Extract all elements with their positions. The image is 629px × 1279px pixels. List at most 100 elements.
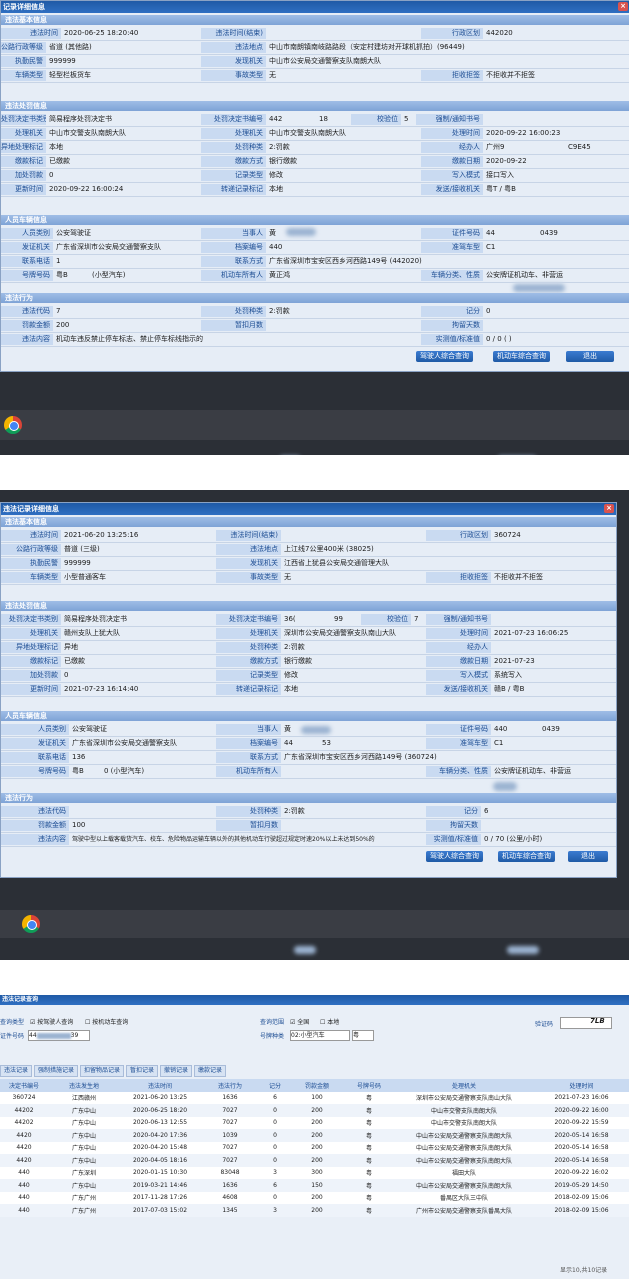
- tab-3[interactable]: 暂扣记录: [126, 1065, 159, 1077]
- redaction: [507, 946, 539, 954]
- label: 联系方式: [216, 752, 281, 763]
- driver-query-option[interactable]: ☑ 按驾驶人查询: [30, 1017, 73, 1026]
- table-cell: 7027: [200, 1154, 260, 1167]
- tab-4[interactable]: 撤销记录: [160, 1065, 193, 1077]
- value: 公安牌证机动车、非营运: [494, 767, 571, 775]
- label: 处罚决定书类别: [1, 614, 61, 625]
- column-header[interactable]: 记分: [260, 1079, 290, 1092]
- table-row[interactable]: 440 广东广州 2017-07-03 15:02 1345 3 200 粤广州市公安局交通…: [0, 1204, 629, 1217]
- table-cell: 1636: [200, 1091, 260, 1104]
- table-row[interactable]: 44202 广东中山 2020-06-13 12:55 7027 0 200 粤中山市交警支…: [0, 1116, 629, 1129]
- tab-5[interactable]: 缴款记录: [194, 1065, 227, 1077]
- table-cell: 6: [260, 1179, 290, 1192]
- value: 黄: [269, 229, 276, 237]
- table-cell: 4420: [0, 1154, 48, 1167]
- license-input[interactable]: 44 39: [28, 1030, 90, 1041]
- table-cell: 2018-02-09 15:06: [534, 1204, 629, 1217]
- row: 发证机关 广东省深圳市公安局交通警察支队 档案编号 44 53 准驾车型 C1: [1, 737, 616, 751]
- plate-type-select[interactable]: 02:小型汽车: [290, 1030, 350, 1041]
- value: 系统写入: [494, 671, 522, 679]
- row: 异地处理标记 本地 处罚种类 2:罚款 经办人 广州9 C9E45: [1, 141, 629, 292]
- label: 发送/接收机关: [421, 184, 483, 195]
- vehicle-query-button[interactable]: 机动车综合查询: [498, 851, 555, 862]
- label: 发证机关: [1, 738, 69, 749]
- value: 广东省深圳市公安局交通警察支队: [56, 243, 161, 251]
- table-cell: 2021-06-20 13:25: [120, 1091, 200, 1104]
- window-title: 记录详细信息 ×: [1, 1, 629, 13]
- table-cell: 2020-05-14 16:58: [534, 1154, 629, 1167]
- label: 加处罚款: [1, 670, 61, 681]
- tab-1[interactable]: 强制措施记录: [34, 1065, 79, 1077]
- table-cell: 0: [260, 1191, 290, 1204]
- table-row[interactable]: 44202 广东中山 2020-06-25 18:20 7027 0 200 粤中山市交警支…: [0, 1104, 629, 1117]
- label: 公路行政等级: [1, 42, 46, 53]
- table-cell: 2019-03-21 14:46: [120, 1179, 200, 1192]
- value: 360724: [494, 531, 521, 539]
- value: 2021-06-20 13:25:16: [64, 531, 139, 539]
- table-row[interactable]: 360724 江西赣州 2021-06-20 13:25 1636 6 100 粤深圳市公安…: [0, 1091, 629, 1104]
- scope-local-option[interactable]: ☐ 本地: [320, 1017, 339, 1026]
- chrome-icon[interactable]: [4, 416, 22, 434]
- value: 粤T / 粤B: [486, 185, 516, 193]
- table-cell: 2017-07-03 15:02: [120, 1204, 200, 1217]
- value: 接口写入: [486, 171, 514, 179]
- detail-window-2: 违法记录详细信息 × 违法基本信息 违法时间 2021-06-20 13:25:…: [0, 502, 617, 954]
- vehicle-query-button[interactable]: 机动车综合查询: [493, 351, 550, 362]
- column-header[interactable]: 号牌号码: [344, 1079, 394, 1092]
- value: 深圳市公安局交通警察支队南山大队: [284, 629, 396, 637]
- label: 处理机关: [1, 628, 61, 639]
- value: 999999: [64, 559, 91, 567]
- table-row[interactable]: 440 广东广州 2017-11-28 17:26 4608 0 200 粤番禺区大队三中队…: [0, 1191, 629, 1204]
- chrome-icon[interactable]: [22, 915, 40, 933]
- column-header[interactable]: 罚款金额: [290, 1079, 344, 1092]
- column-header[interactable]: 违法行为: [200, 1079, 260, 1092]
- table-row[interactable]: 4420 广东中山 2020-04-20 17:36 1039 0 200 粤中山市公安局交…: [0, 1129, 629, 1142]
- tab-2[interactable]: 扣留物品记录: [80, 1065, 125, 1077]
- table-row[interactable]: 440 广东深圳 2020-01-15 10:30 83048 3 300 粤福田大队 202…: [0, 1166, 629, 1179]
- table-cell: 广东中山: [48, 1154, 120, 1167]
- label: 罚款金额: [1, 320, 53, 331]
- label: 准驾车型: [426, 738, 491, 749]
- label: 联系方式: [201, 256, 266, 267]
- photo-2: 违法记录详细信息 × 违法基本信息 违法时间 2021-06-20 13:25:…: [0, 490, 629, 960]
- section-basic: 违法基本信息: [1, 517, 616, 527]
- column-header[interactable]: 处理机关: [394, 1079, 534, 1092]
- close-icon[interactable]: ×: [618, 2, 628, 11]
- driver-query-button[interactable]: 驾驶人综合查询: [426, 851, 483, 862]
- close-icon[interactable]: ×: [604, 504, 614, 513]
- table-cell: 200: [290, 1154, 344, 1167]
- column-header[interactable]: 处理时间: [534, 1079, 629, 1092]
- label: 执勤民警: [1, 56, 46, 67]
- label: 违法内容: [1, 834, 69, 845]
- exit-button[interactable]: 退出: [568, 851, 608, 862]
- value: 1: [56, 257, 61, 265]
- plate-prefix-select[interactable]: 粤: [352, 1030, 374, 1041]
- column-header[interactable]: 决定书编号: [0, 1079, 48, 1092]
- row: 处罚决定书类别 简易程序处罚决定书 处罚决定书编号 442 18 校验位 5 强…: [1, 113, 629, 236]
- driver-query-button[interactable]: 驾驶人综合查询: [416, 351, 473, 362]
- value: 不拒收并不拒签: [486, 71, 535, 79]
- value: 53: [322, 739, 331, 747]
- label: 机动车所有人: [216, 766, 281, 777]
- table-cell: 粤: [344, 1154, 394, 1167]
- value: 广州9: [486, 143, 505, 151]
- scope-all-option[interactable]: ☑ 全国: [290, 1017, 309, 1026]
- table-cell: 200: [290, 1204, 344, 1217]
- tab-0[interactable]: 违法记录: [0, 1065, 33, 1077]
- vehicle-query-option[interactable]: ☐ 按机动车查询: [85, 1017, 128, 1026]
- value: 中山市南朗镇南岐路路段（安定村建坊对开球机抓拍）(96449): [269, 43, 465, 51]
- table-row[interactable]: 440 广东中山 2019-03-21 14:46 1636 6 150 粤中山市公安局交通…: [0, 1179, 629, 1192]
- table-cell: 440: [0, 1166, 48, 1179]
- exit-button[interactable]: 退出: [566, 351, 614, 362]
- label: 缴款方式: [201, 156, 266, 167]
- table-row[interactable]: 4420 广东中山 2020-04-05 18:16 7027 0 200 粤中山市公安局交…: [0, 1154, 629, 1167]
- table-row[interactable]: 4420 广东中山 2020-04-20 15:48 7027 0 200 粤中山市公安局交…: [0, 1141, 629, 1154]
- value: 0 (小型汽车): [104, 767, 145, 775]
- column-header[interactable]: 违法时间: [120, 1079, 200, 1092]
- row: 违法时间 2021-06-20 13:25:16 违法时间(结束) 行政区划 3…: [1, 529, 616, 543]
- column-header[interactable]: 违法发生地: [48, 1079, 120, 1092]
- value: 2021-07-23: [494, 657, 535, 665]
- label: 处罚种类: [216, 642, 281, 653]
- table-cell: 7027: [200, 1141, 260, 1154]
- value: C9E45: [568, 143, 591, 151]
